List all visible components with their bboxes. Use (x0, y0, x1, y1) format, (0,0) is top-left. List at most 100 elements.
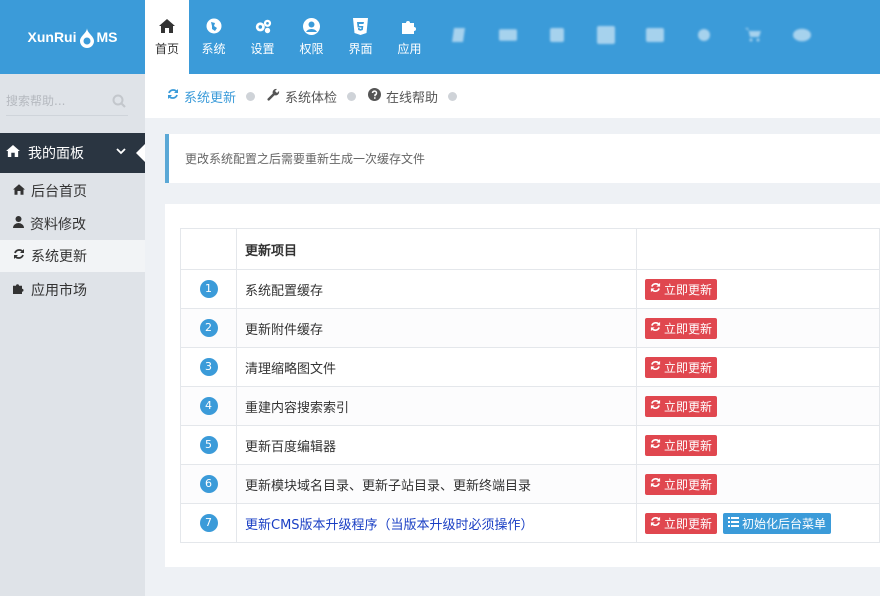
update-now-button[interactable]: 立即更新 (645, 317, 718, 339)
nav-home[interactable]: 首页 (145, 0, 189, 74)
menu-head-label: 我的面板 (28, 146, 84, 162)
sidebar: 我的面板 后台首页 资料修改 系统更新 应用市场 (0, 74, 146, 596)
blurred-icon (792, 26, 811, 44)
row-number-badge: 5 (199, 436, 218, 454)
row-name-cell: 更新百度编辑器 (236, 425, 637, 465)
tab-system-update[interactable]: 系统更新 (167, 87, 256, 106)
row-number-cell: 6 (180, 464, 237, 504)
nav-system[interactable]: 系统 (189, 0, 238, 74)
refresh-icon (650, 438, 661, 452)
button-label: 立即更新 (664, 399, 713, 414)
update-now-button[interactable]: 立即更新 (645, 278, 718, 300)
table-header-row: 更新项目 (180, 228, 880, 270)
tab-separator-dot (448, 91, 458, 101)
row-action-cell: 立即更新 (636, 464, 880, 504)
nav-apps[interactable]: 应用 (385, 0, 434, 74)
nav-blurred-2[interactable] (532, 0, 581, 74)
nav-book[interactable] (434, 0, 483, 74)
sidebar-item-profile[interactable]: 资料修改 (0, 208, 145, 240)
html5-icon (352, 17, 370, 35)
nav-interface[interactable]: 界面 (336, 0, 385, 74)
question-icon (368, 87, 382, 105)
home-icon (6, 145, 20, 161)
nav-cloud[interactable] (679, 0, 728, 74)
row-number-badge: 3 (199, 358, 218, 376)
table-row: 3 清理缩略图文件 立即更新 (180, 347, 880, 387)
search-input[interactable] (6, 90, 106, 112)
nav-label: 设置 (250, 42, 275, 56)
update-now-button[interactable]: 立即更新 (645, 395, 718, 417)
table-header-action (636, 228, 880, 270)
button-label: 立即更新 (664, 438, 713, 453)
wrench-icon (267, 88, 280, 105)
nav-label: 应用 (397, 42, 422, 56)
tab-label: 系统体检 (285, 90, 338, 106)
row-number-badge: 7 (199, 514, 218, 532)
row-number-cell: 1 (180, 269, 237, 309)
button-label: 立即更新 (664, 321, 713, 336)
user-circle-icon (303, 17, 321, 35)
tab-label: 系统更新 (184, 90, 237, 106)
row-name: 清理缩略图文件 (245, 361, 337, 377)
logo[interactable]: XunRui MS (0, 0, 145, 74)
row-number-badge: 1 (199, 280, 218, 298)
home-icon (158, 17, 176, 35)
row-name-cell: 更新附件缓存 (236, 308, 637, 348)
sidebar-item-app-market[interactable]: 应用市场 (0, 274, 145, 306)
row-number-cell: 5 (180, 425, 237, 465)
row-number-badge: 6 (199, 475, 218, 493)
update-now-button[interactable]: 立即更新 (645, 434, 718, 456)
menu-my-panel[interactable]: 我的面板 (0, 133, 146, 173)
refresh-icon (650, 399, 661, 413)
row-name-link[interactable]: 更新CMS版本升级程序（当版本升级时必须操作） (245, 518, 534, 533)
sidebar-item-label: 应用市场 (31, 283, 87, 299)
notice-text: 更改系统配置之后需要重新生成一次缓存文件 (185, 152, 426, 166)
refresh-icon (13, 248, 25, 264)
init-admin-menu-button[interactable]: 初始化后台菜单 (723, 512, 832, 534)
table-row: 7 更新CMS版本升级程序（当版本升级时必须操作） 立即更新 初始化后台菜单 (180, 503, 880, 543)
home-icon (13, 183, 25, 199)
top-nav: 首页 系统 设置 权限 界面 应用 (145, 0, 826, 74)
user-icon (13, 216, 24, 232)
list-icon (728, 516, 740, 530)
puzzle-icon (13, 282, 25, 298)
nav-cart[interactable] (728, 0, 777, 74)
row-name: 更新模块域名目录、更新子站目录、更新终端目录 (245, 478, 532, 494)
tab-label: 在线帮助 (386, 90, 439, 106)
nav-blurred-4[interactable] (630, 0, 679, 74)
update-now-button[interactable]: 立即更新 (645, 356, 718, 378)
tab-online-help[interactable]: 在线帮助 (368, 87, 458, 106)
row-action-cell: 立即更新 初始化后台菜单 (636, 503, 880, 543)
table-row: 5 更新百度编辑器 立即更新 (180, 425, 880, 465)
row-name-cell: 清理缩略图文件 (236, 347, 637, 387)
tab-separator-dot (246, 91, 256, 101)
row-name: 更新附件缓存 (245, 322, 324, 338)
blurred-icon (645, 26, 664, 44)
refresh-icon (167, 88, 179, 104)
update-now-button[interactable]: 立即更新 (645, 512, 718, 534)
nav-blurred-1[interactable] (483, 0, 532, 74)
table-row: 4 重建内容搜索索引 立即更新 (180, 386, 880, 426)
nav-label: 权限 (299, 42, 324, 56)
nav-settings[interactable]: 设置 (238, 0, 287, 74)
sidebar-item-system-update[interactable]: 系统更新 (0, 240, 145, 272)
search-icon[interactable] (112, 94, 126, 112)
sidebar-item-dashboard[interactable]: 后台首页 (0, 175, 145, 207)
cart-icon (744, 26, 762, 44)
row-name-cell: 系统配置缓存 (236, 269, 637, 309)
tab-system-check[interactable]: 系统体检 (267, 87, 357, 106)
nav-blurred-5[interactable] (777, 0, 826, 74)
button-label: 立即更新 (664, 360, 713, 375)
sidebar-item-label: 后台首页 (31, 184, 87, 200)
refresh-icon (650, 321, 661, 335)
nav-blurred-3[interactable] (581, 0, 630, 74)
table-row: 2 更新附件缓存 立即更新 (180, 308, 880, 348)
button-label: 初始化后台菜单 (742, 516, 827, 531)
update-now-button[interactable]: 立即更新 (645, 473, 718, 495)
logo-flame-icon (79, 28, 94, 48)
row-action-cell: 立即更新 (636, 425, 880, 465)
row-number-cell: 2 (180, 308, 237, 348)
top-bar: XunRui MS 首页 系统 设置 权限 界面 应用 (0, 0, 880, 74)
button-label: 立即更新 (664, 516, 713, 531)
nav-permissions[interactable]: 权限 (287, 0, 336, 74)
